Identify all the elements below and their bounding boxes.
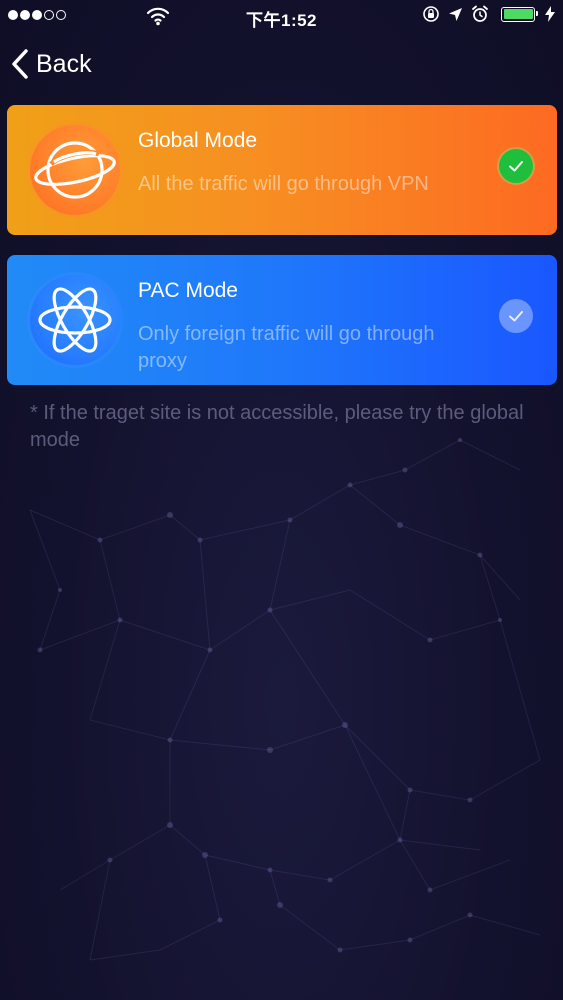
pac-mode-check[interactable] bbox=[499, 299, 533, 333]
planet-icon bbox=[34, 141, 116, 199]
pac-mode-title: PAC Mode bbox=[138, 279, 238, 302]
global-mode-check[interactable] bbox=[499, 149, 533, 183]
checkmark-icon bbox=[509, 311, 523, 322]
status-bar: 下午1:52 bbox=[0, 0, 563, 34]
global-mode-card[interactable]: Global Mode All the traffic will go thro… bbox=[7, 105, 557, 235]
battery-icon bbox=[501, 6, 538, 22]
vpn-mode-screen: 下午1:52 Back Global Mode All the traffic … bbox=[0, 0, 563, 1000]
global-mode-title: Global Mode bbox=[138, 129, 258, 152]
global-mode-subtitle: All the traffic will go through VPN bbox=[138, 173, 429, 195]
mode-hint-note: * If the traget site is not accessible, … bbox=[30, 402, 524, 451]
chevron-left-icon bbox=[12, 49, 28, 79]
location-icon bbox=[449, 7, 462, 21]
checkmark-icon bbox=[509, 161, 523, 172]
back-button[interactable]: Back bbox=[10, 45, 92, 83]
pac-mode-icon-circle bbox=[30, 275, 120, 365]
global-mode-icon-circle bbox=[30, 125, 120, 215]
alarm-icon bbox=[472, 5, 488, 22]
atom-icon bbox=[38, 287, 112, 353]
charging-bolt-icon bbox=[545, 6, 555, 22]
status-indicators bbox=[422, 5, 555, 23]
pac-mode-card[interactable]: PAC Mode Only foreign traffic will go th… bbox=[7, 255, 557, 385]
pac-mode-subtitle: Only foreign traffic will go through pro… bbox=[138, 323, 435, 372]
rotation-lock-icon bbox=[423, 6, 439, 22]
back-label: Back bbox=[36, 49, 92, 78]
